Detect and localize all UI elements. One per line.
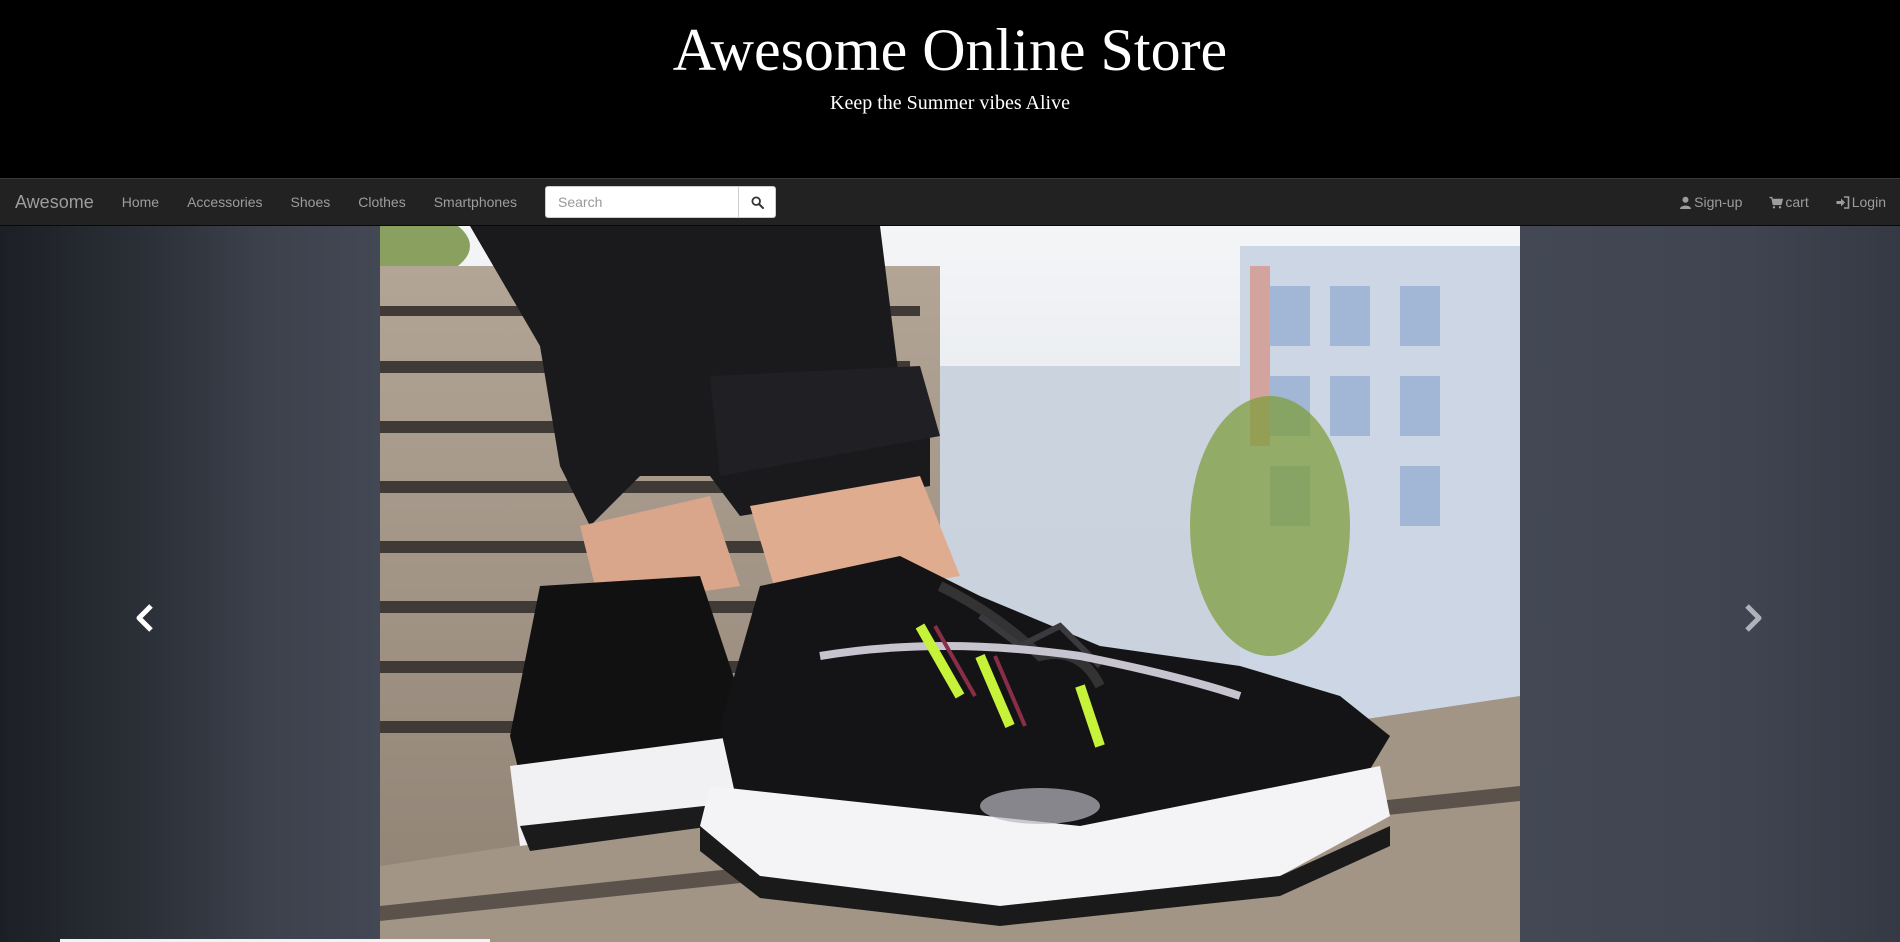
signup-label: Sign-up xyxy=(1694,194,1743,210)
carousel-slide-sneaker-image xyxy=(380,226,1520,942)
nav-smartphones[interactable]: Smartphones xyxy=(434,194,517,210)
signup-link[interactable]: Sign-up xyxy=(1679,194,1742,210)
login-label: Login xyxy=(1851,194,1886,210)
account-links: Sign-up cart Login xyxy=(1652,194,1886,210)
site-header: Awesome Online Store Keep the Summer vib… xyxy=(0,0,1900,178)
main-navbar: Awesome Home Accessories Shoes Clothes S… xyxy=(0,178,1900,226)
search-icon xyxy=(750,195,764,209)
search-button[interactable] xyxy=(739,186,776,218)
sneaker-photo xyxy=(380,226,1520,942)
carousel-prev-button[interactable] xyxy=(130,598,160,638)
chevron-right-icon xyxy=(1745,604,1762,632)
nav-shoes[interactable]: Shoes xyxy=(291,194,331,210)
chevron-left-icon xyxy=(136,604,153,632)
cart-icon xyxy=(1769,196,1784,208)
nav-accessories[interactable]: Accessories xyxy=(187,194,262,210)
cart-link[interactable]: cart xyxy=(1769,194,1809,210)
cart-label: cart xyxy=(1785,194,1809,210)
store-tagline: Keep the Summer vibes Alive xyxy=(830,92,1070,114)
nav-clothes[interactable]: Clothes xyxy=(358,194,405,210)
store-title: Awesome Online Store xyxy=(672,17,1228,83)
image-carousel xyxy=(0,226,1900,942)
user-icon xyxy=(1680,196,1692,209)
search-input[interactable] xyxy=(545,186,739,218)
login-link[interactable]: Login xyxy=(1836,194,1886,210)
carousel-next-button[interactable] xyxy=(1738,598,1768,638)
brand-link[interactable]: Awesome xyxy=(15,192,94,213)
search-form xyxy=(545,186,776,218)
nav-home[interactable]: Home xyxy=(122,194,159,210)
login-icon xyxy=(1836,195,1850,209)
